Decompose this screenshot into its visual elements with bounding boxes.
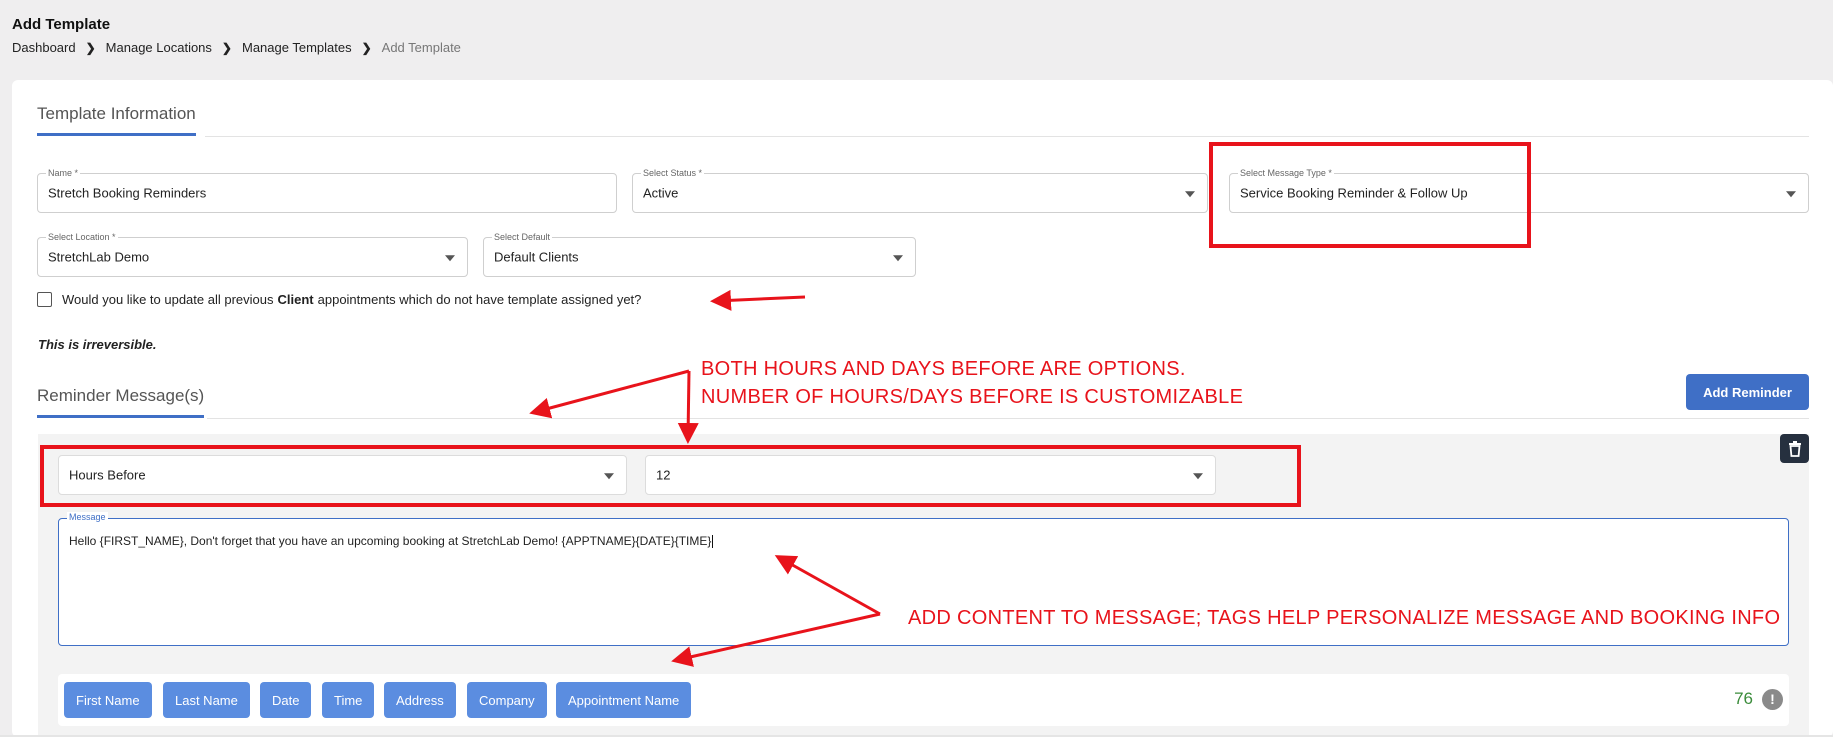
text-cursor	[712, 535, 714, 549]
status-select[interactable]: Select Status * Active	[632, 168, 1208, 213]
update-previous-text-after: appointments which do not have template …	[317, 292, 642, 307]
caret-down-icon	[445, 255, 455, 262]
default-select-value: Default Clients	[494, 249, 579, 265]
default-select[interactable]: Select Default Default Clients	[483, 232, 916, 277]
name-field-label: Name *	[46, 168, 81, 179]
annotation-box-timing	[40, 445, 1301, 507]
delete-reminder-button[interactable]	[1780, 434, 1809, 463]
annotation-timing-line2: NUMBER OF HOURS/DAYS BEFORE IS CUSTOMIZA…	[701, 386, 1244, 408]
tag-appointment-name-button[interactable]: Appointment Name	[556, 682, 692, 718]
caret-down-icon	[1185, 191, 1195, 198]
tag-bar: First Name Last Name Date Time Address C…	[58, 674, 1789, 726]
annotation-timing-line1: BOTH HOURS AND DAYS BEFORE ARE OPTIONS.	[701, 358, 1186, 380]
page-title: Add Template	[12, 16, 111, 33]
character-count: 76	[1734, 689, 1753, 708]
update-previous-row: Would you like to update all previous Cl…	[37, 292, 641, 307]
tag-time-button[interactable]: Time	[322, 682, 375, 718]
default-select-label: Select Default	[492, 232, 553, 243]
annotation-message-note: ADD CONTENT TO MESSAGE; TAGS HELP PERSON…	[908, 607, 1781, 629]
annotation-box-message-type	[1209, 142, 1531, 248]
location-select-value: StretchLab Demo	[48, 249, 150, 265]
status-select-value: Active	[643, 185, 679, 201]
chevron-right-icon: ❯	[85, 40, 96, 55]
section-divider	[207, 418, 1809, 419]
add-reminder-button[interactable]: Add Reminder	[1686, 374, 1809, 410]
trash-icon	[1788, 440, 1801, 457]
location-select-label: Select Location *	[46, 232, 118, 243]
breadcrumb-manage-templates[interactable]: Manage Templates	[242, 40, 352, 55]
update-previous-text-bold: Client	[277, 292, 314, 307]
caret-down-icon	[1786, 191, 1796, 198]
status-select-label: Select Status *	[641, 168, 705, 179]
update-previous-checkbox[interactable]	[37, 292, 52, 307]
breadcrumb-dashboard[interactable]: Dashboard	[12, 40, 76, 55]
tab-reminder-messages[interactable]: Reminder Message(s)	[37, 386, 205, 418]
update-previous-text-before: Would you like to update all previous	[62, 292, 274, 307]
breadcrumb-manage-locations[interactable]: Manage Locations	[106, 40, 212, 55]
irreversible-note: This is irreversible.	[38, 337, 157, 352]
tag-company-button[interactable]: Company	[467, 682, 547, 718]
section-divider	[205, 136, 1809, 137]
chevron-right-icon: ❯	[221, 40, 232, 55]
breadcrumb: Dashboard ❯ Manage Locations ❯ Manage Te…	[12, 40, 461, 55]
message-label: Message	[67, 512, 108, 523]
tag-first-name-button[interactable]: First Name	[64, 682, 152, 718]
name-field[interactable]: Name * Stretch Booking Reminders	[37, 168, 617, 213]
caret-down-icon	[893, 255, 903, 262]
tag-date-button[interactable]: Date	[260, 682, 312, 718]
name-field-value: Stretch Booking Reminders	[48, 185, 207, 201]
chevron-right-icon: ❯	[361, 40, 372, 55]
tag-address-button[interactable]: Address	[384, 682, 456, 718]
info-icon[interactable]: !	[1762, 689, 1783, 710]
tag-last-name-button[interactable]: Last Name	[163, 682, 250, 718]
message-text: Hello {FIRST_NAME}, Don't forget that yo…	[69, 534, 714, 549]
breadcrumb-add-template: Add Template	[381, 40, 461, 55]
tab-template-information[interactable]: Template Information	[37, 104, 196, 136]
location-select[interactable]: Select Location * StretchLab Demo	[37, 232, 468, 277]
